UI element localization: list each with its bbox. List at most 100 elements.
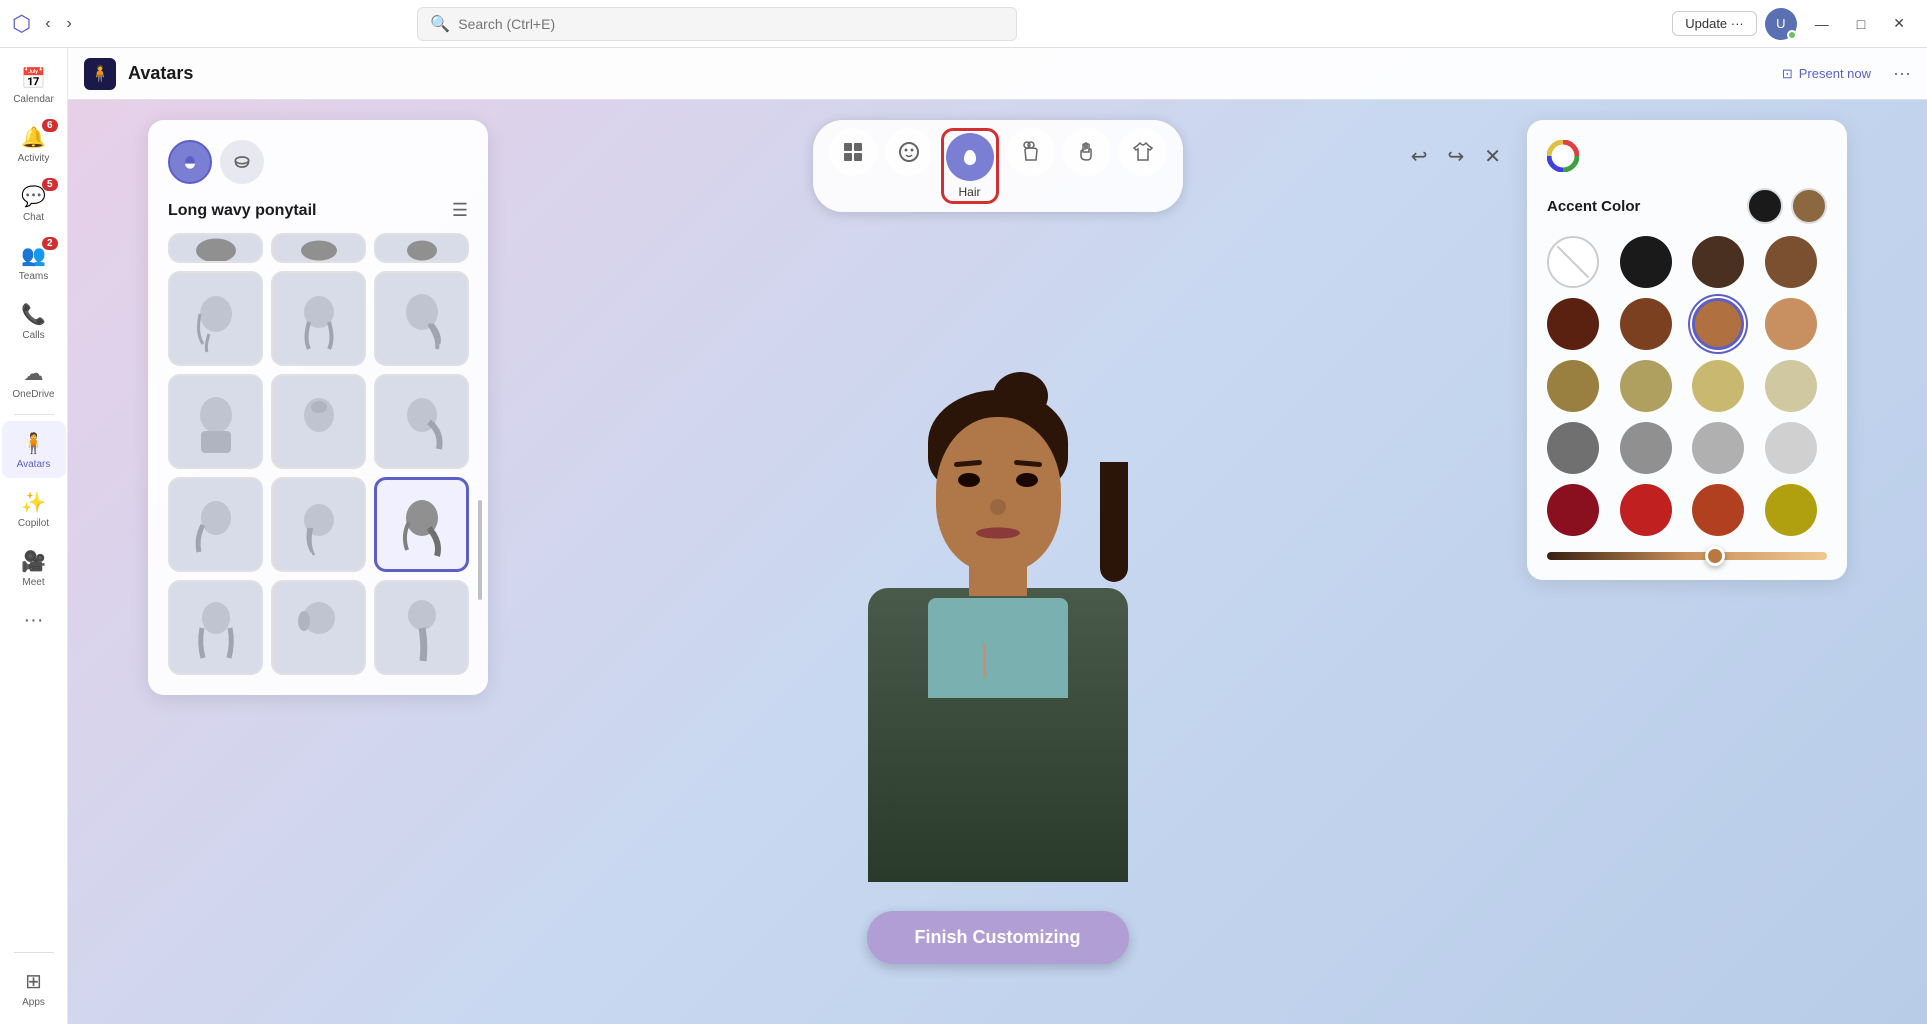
content-area: 🧍 Avatars ⊡ Present now ··· (68, 48, 1927, 1024)
color-swatch-light-golden[interactable] (1620, 360, 1672, 412)
shade-slider-track (1547, 552, 1827, 560)
sidebar-item-activity[interactable]: 🔔 6 Activity (2, 115, 66, 172)
hair-item-8[interactable] (271, 477, 366, 572)
sidebar-bottom-divider (14, 952, 54, 953)
search-input[interactable] (458, 16, 1004, 32)
app-header: 🧍 Avatars ⊡ Present now ··· (68, 48, 1927, 100)
color-swatch-black[interactable] (1620, 236, 1672, 288)
hair-tab-accessories[interactable] (220, 140, 264, 184)
color-swatch-auburn[interactable] (1620, 298, 1672, 350)
accent-colors-row: Accent Color (1547, 188, 1827, 224)
color-swatch-red[interactable] (1620, 484, 1672, 536)
color-swatch-light-gray[interactable] (1692, 422, 1744, 474)
exit-button[interactable]: ✕ (1478, 138, 1507, 175)
hair-item-6[interactable] (374, 374, 469, 469)
apps-icon: ⊞ (20, 967, 48, 995)
minimize-button[interactable]: — (1805, 10, 1839, 38)
sidebar-item-meet[interactable]: 🎥 Meet (2, 539, 66, 596)
avatar-eye-right (1016, 473, 1038, 487)
accent-swatch-brown[interactable] (1791, 188, 1827, 224)
color-swatch-blonde[interactable] (1692, 360, 1744, 412)
main-layout: 📅 Calendar 🔔 6 Activity 💬 5 Chat 👥 2 Tea… (0, 48, 1927, 1024)
color-swatch-burnt-orange[interactable] (1692, 484, 1744, 536)
hair-item-1[interactable] (168, 271, 263, 366)
cat-preset-button[interactable] (829, 128, 877, 176)
color-swatch-silver[interactable] (1765, 422, 1817, 474)
color-swatch-dark-red-brown[interactable] (1547, 298, 1599, 350)
hair-item-top3[interactable] (374, 233, 469, 263)
maximize-button[interactable]: □ (1847, 10, 1875, 38)
sidebar-item-avatars[interactable]: 🧍 Avatars (2, 421, 66, 478)
cat-face-button[interactable] (885, 128, 933, 176)
present-now-button[interactable]: ⊡ Present now (1772, 60, 1881, 88)
ms-teams-logo: ⬡ (12, 11, 31, 37)
scroll-indicator[interactable] (478, 500, 482, 600)
cat-preset-wrapper (829, 128, 877, 204)
color-swatch-dark-brown[interactable] (1692, 236, 1744, 288)
sidebar-label-meet: Meet (22, 577, 44, 588)
sidebar-item-apps[interactable]: ⊞ Apps (2, 959, 66, 1016)
search-bar[interactable]: 🔍 (417, 7, 1017, 41)
back-button[interactable]: ‹ (39, 9, 56, 39)
color-swatch-none[interactable] (1547, 236, 1599, 288)
sidebar-item-copilot[interactable]: ✨ Copilot (2, 480, 66, 537)
shade-slider-thumb[interactable] (1705, 546, 1725, 566)
color-swatch-golden[interactable] (1547, 360, 1599, 412)
hair-item-5[interactable] (271, 374, 366, 469)
sidebar-label-teams: Teams (19, 271, 48, 282)
hair-item-10[interactable] (168, 580, 263, 675)
calendar-icon: 📅 (20, 64, 48, 92)
avatar-hair-tail (1100, 462, 1128, 582)
color-swatch-light-caramel[interactable] (1765, 298, 1817, 350)
redo-button[interactable]: ↪ (1441, 138, 1470, 175)
accent-swatch-black[interactable] (1747, 188, 1783, 224)
cat-hair-button[interactable] (946, 133, 994, 181)
undo-button[interactable]: ↩ (1405, 138, 1434, 175)
cat-gesture-button[interactable] (1063, 128, 1111, 176)
sidebar-label-avatars: Avatars (17, 459, 51, 470)
title-bar-right: Update ··· U — □ ✕ (1672, 8, 1915, 40)
accent-color-label: Accent Color (1547, 198, 1739, 215)
hair-panel: Long wavy ponytail ☰ (148, 120, 488, 695)
update-button[interactable]: Update ··· (1672, 11, 1757, 36)
hair-item-top2[interactable] (271, 233, 366, 263)
avatar-lips (976, 527, 1020, 538)
sidebar-item-calls[interactable]: 📞 Calls (2, 292, 66, 349)
sidebar-item-teams[interactable]: 👥 2 Teams (2, 233, 66, 290)
search-icon: 🔍 (430, 14, 450, 34)
color-swatch-dark-red[interactable] (1547, 484, 1599, 536)
sidebar: 📅 Calendar 🔔 6 Activity 💬 5 Chat 👥 2 Tea… (0, 48, 68, 1024)
hair-item-top1[interactable] (168, 233, 263, 263)
avatar-nose (990, 499, 1006, 515)
hair-item-11[interactable] (271, 580, 366, 675)
sidebar-item-more[interactable]: ··· (2, 598, 66, 642)
sidebar-item-calendar[interactable]: 📅 Calendar (2, 56, 66, 113)
finish-customizing-button[interactable]: Finish Customizing (867, 911, 1129, 964)
hair-item-2[interactable] (271, 271, 366, 366)
hair-tab-styles[interactable] (168, 140, 212, 184)
color-swatch-dark-gray[interactable] (1547, 422, 1599, 474)
hair-item-3[interactable] (374, 271, 469, 366)
more-options-button[interactable]: ··· (1893, 63, 1911, 84)
sidebar-item-chat[interactable]: 💬 5 Chat (2, 174, 66, 231)
hair-item-7[interactable] (168, 477, 263, 572)
color-grid (1547, 236, 1827, 536)
user-avatar[interactable]: U (1765, 8, 1797, 40)
hair-item-4[interactable] (168, 374, 263, 469)
color-swatch-olive[interactable] (1765, 484, 1817, 536)
color-swatch-medium-brown[interactable] (1765, 236, 1817, 288)
avatar-hair-bun (993, 372, 1048, 420)
color-swatch-gray[interactable] (1620, 422, 1672, 474)
forward-button[interactable]: › (61, 9, 78, 39)
hair-item-12[interactable] (374, 580, 469, 675)
cat-outfit-button[interactable] (1119, 128, 1167, 176)
close-button[interactable]: ✕ (1883, 9, 1915, 38)
color-swatch-light-blonde[interactable] (1765, 360, 1817, 412)
cat-body-button[interactable] (1007, 128, 1055, 176)
copilot-icon: ✨ (20, 488, 48, 516)
hair-item-9-selected[interactable] (374, 477, 469, 572)
color-swatch-caramel-selected[interactable] (1692, 298, 1744, 350)
teams-badge: 2 (42, 237, 58, 250)
sidebar-item-onedrive[interactable]: ☁ OneDrive (2, 351, 66, 408)
filter-button[interactable]: ☰ (452, 200, 468, 221)
